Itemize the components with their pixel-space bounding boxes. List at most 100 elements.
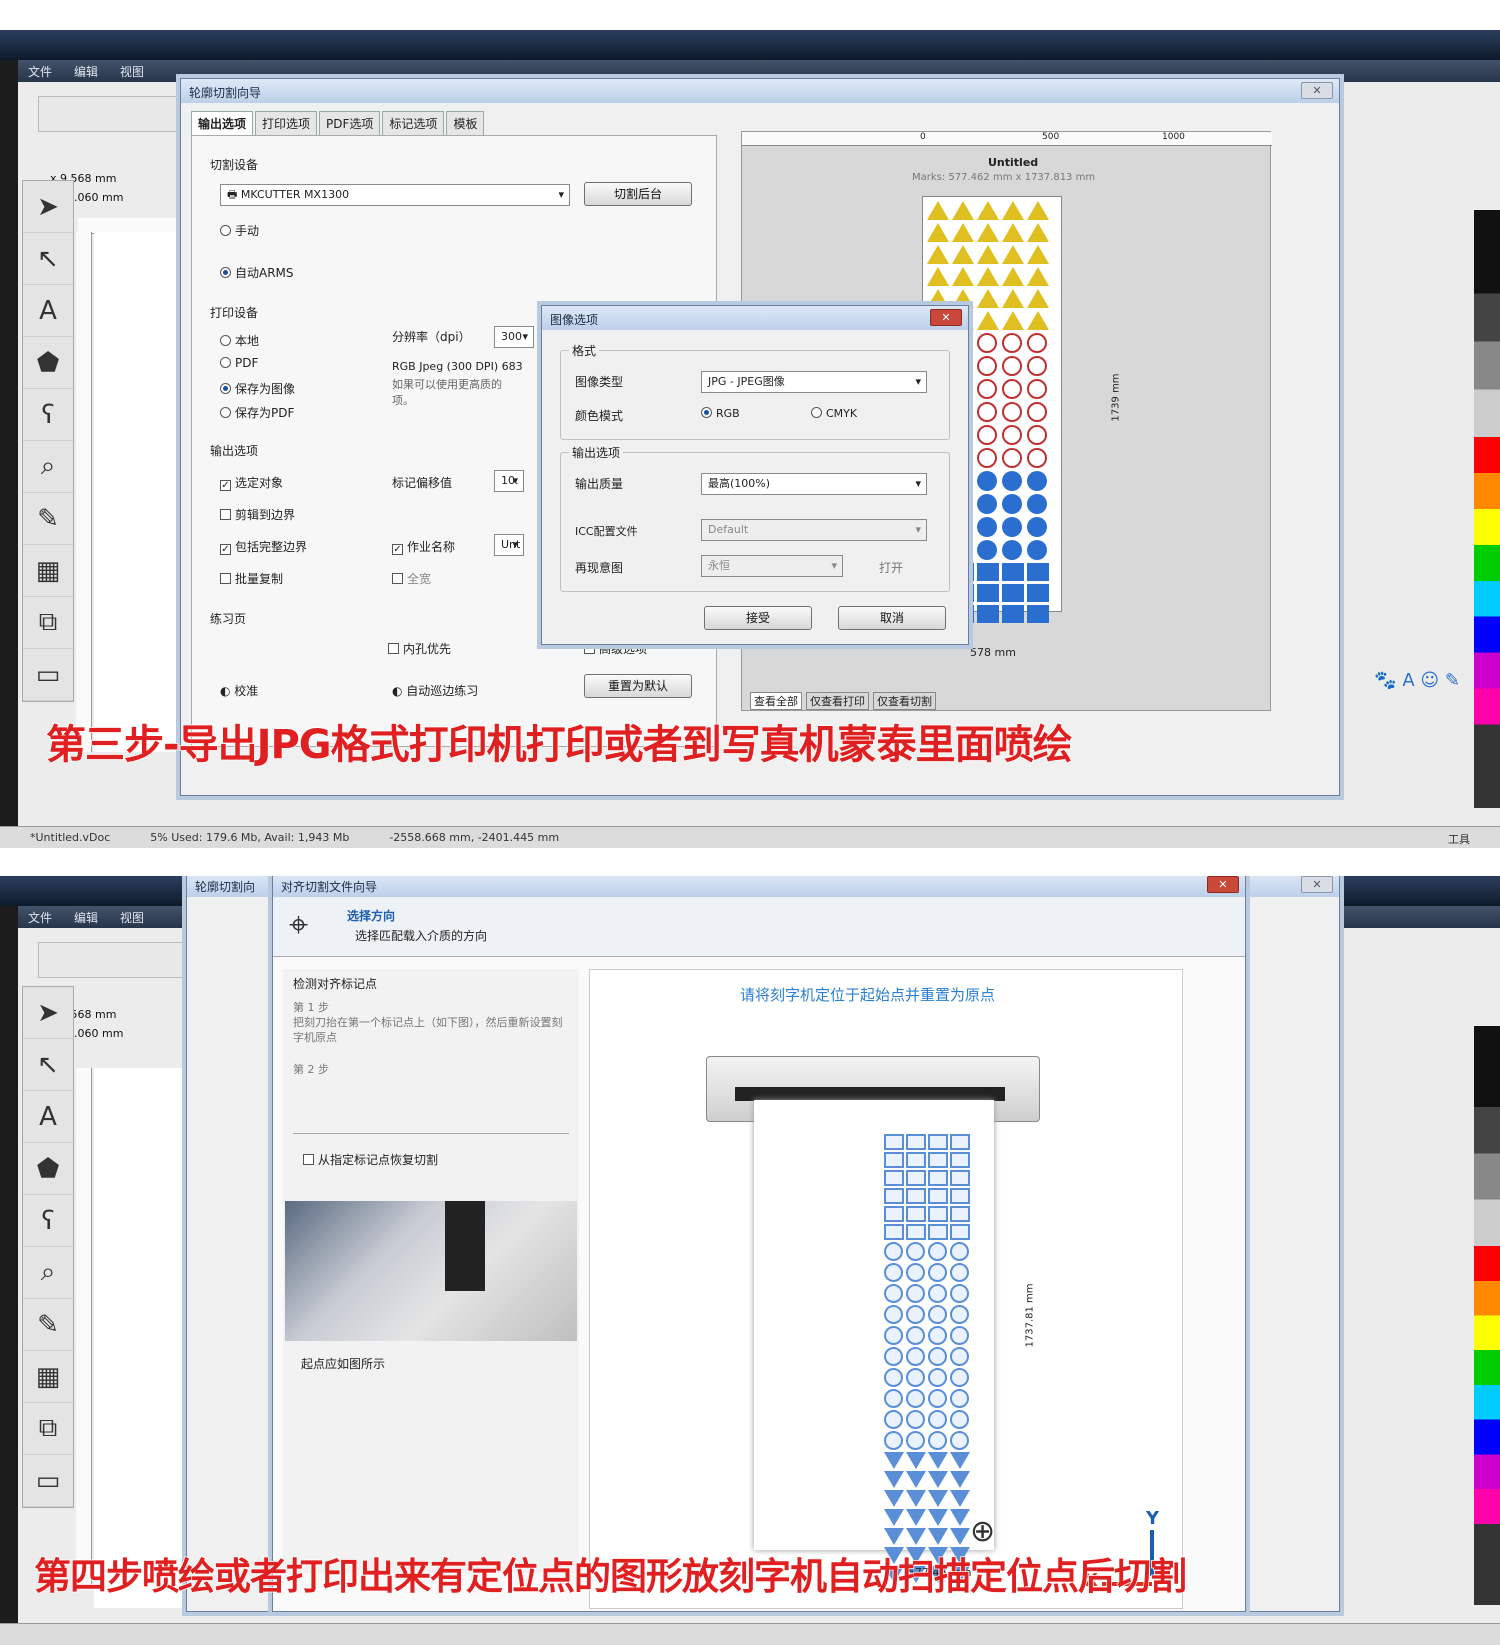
full-width-checkbox[interactable]: 全宽 xyxy=(392,570,431,587)
reset-default-button[interactable]: 重置为默认 xyxy=(584,674,692,698)
cut-backend-button[interactable]: 切割后台 xyxy=(584,182,692,206)
cut-outline-mark xyxy=(928,1410,947,1429)
inner-first-checkbox[interactable]: 内孔优先 xyxy=(388,640,451,657)
practice-label: 练习页 xyxy=(210,612,247,626)
rgb-radio[interactable]: RGB xyxy=(701,407,740,420)
align-dialog-close-icon[interactable]: ✕ xyxy=(1207,876,1239,893)
align-dialog-title: 对齐切割文件向导 xyxy=(281,880,378,894)
pen-tool-icon[interactable]: ✎ xyxy=(23,493,73,545)
calibrate-button[interactable]: ◐ 校准 xyxy=(220,682,258,699)
pdf-radio[interactable]: PDF xyxy=(220,356,258,370)
resume-from-mark-checkbox[interactable]: 从指定标记点恢复切割 xyxy=(303,1151,438,1168)
image-dialog-close-icon[interactable]: ✕ xyxy=(930,309,962,326)
shape-combine-icon[interactable]: ⧉ xyxy=(23,1403,73,1455)
local-radio[interactable]: 本地 xyxy=(220,332,259,349)
menu-view[interactable]: 视图 xyxy=(120,63,144,79)
shape-tool-icon[interactable]: ⬟ xyxy=(23,1143,73,1195)
tab-mark-options[interactable]: 标记选项 xyxy=(382,111,445,135)
tab-pdf-options[interactable]: PDF选项 xyxy=(319,111,381,135)
open-button[interactable]: 打开 xyxy=(879,559,903,576)
tab-template[interactable]: 模板 xyxy=(446,111,485,135)
cut-device-select[interactable]: 🖶 MKCUTTER MX1300 xyxy=(220,184,570,206)
quality-select[interactable]: 最高(100%) xyxy=(701,473,927,495)
clip-border-checkbox[interactable]: 剪辑到边界 xyxy=(220,506,295,523)
save-image-radio[interactable]: 保存为图像 xyxy=(220,380,295,397)
cut-outline-mark xyxy=(884,1263,903,1282)
status-bar: *Untitled.vDoc 5% Used: 179.6 Mb, Avail:… xyxy=(0,826,1500,848)
view-cut-tab[interactable]: 仅查看切割 xyxy=(873,692,936,710)
weld-tool-icon[interactable]: ▭ xyxy=(23,1455,73,1507)
contour-cut-wizard-dialog: 轮廓切割向导 ✕ 输出选项 打印选项 PDF选项 标记选项 模板 切割设备 🖶 M… xyxy=(180,78,1340,796)
sticker-mark xyxy=(1027,540,1047,560)
batch-copy-checkbox[interactable]: 批量复制 xyxy=(220,570,283,587)
shape-combine-icon[interactable]: ⧉ xyxy=(23,597,73,649)
toolbox: ➤ ↖ A ⬟ ʕ ⌕ ✎ ▦ ⧉ ▭ xyxy=(22,986,74,1508)
close-icon[interactable]: ✕ xyxy=(1301,82,1333,99)
accept-button[interactable]: 接受 xyxy=(704,606,812,630)
fill-tool-icon[interactable]: ▦ xyxy=(23,1351,73,1403)
preview-height-label: 1739 mm xyxy=(1110,373,1122,422)
sticker-mark xyxy=(927,245,949,264)
dpi-input[interactable]: 300 xyxy=(494,326,534,348)
pen-tool-icon[interactable]: ✎ xyxy=(23,1299,73,1351)
fill-tool-icon[interactable]: ▦ xyxy=(23,545,73,597)
shape-tool-icon[interactable]: ⬟ xyxy=(23,337,73,389)
cut-outline-mark xyxy=(884,1471,904,1488)
vertical-ruler xyxy=(76,232,92,752)
tab-print-options[interactable]: 打印选项 xyxy=(255,111,318,135)
node-tool-icon[interactable]: ↖ xyxy=(23,233,73,285)
render-intent-label: 再现意图 xyxy=(575,561,624,575)
auto-arms-radio[interactable]: 自动ARMS xyxy=(220,264,294,281)
selected-objects-checkbox[interactable]: ✓ 选定对象 xyxy=(220,474,283,491)
cut-outline-mark xyxy=(884,1170,904,1186)
render-intent-select[interactable]: 永恒 xyxy=(701,555,843,577)
color-palette[interactable] xyxy=(1474,210,1500,808)
status-position: -2558.668 mm, -2401.445 mm xyxy=(389,831,560,844)
save-pdf-radio[interactable]: 保存为PDF xyxy=(220,404,294,421)
zoom-tool-icon[interactable]: ⌕ xyxy=(23,1247,73,1299)
image-type-select[interactable]: JPG - JPEG图像 xyxy=(701,371,927,393)
view-print-tab[interactable]: 仅查看打印 xyxy=(806,692,869,710)
color-palette[interactable] xyxy=(1474,1026,1500,1605)
tab-output-options[interactable]: 输出选项 xyxy=(191,111,254,135)
file-toolbar xyxy=(38,96,198,132)
image-type-label: 图像类型 xyxy=(575,375,624,389)
view-all-tab[interactable]: 查看全部 xyxy=(750,692,802,710)
cut-outline-mark xyxy=(928,1284,947,1303)
cut-outline-mark xyxy=(884,1509,904,1526)
sticker-mark xyxy=(1027,584,1049,602)
pointer-tool-icon[interactable]: ➤ xyxy=(23,181,73,233)
icc-select[interactable]: Default xyxy=(701,519,927,541)
manual-radio[interactable]: 手动 xyxy=(220,222,259,239)
plotter-roller xyxy=(735,1087,1005,1101)
status-tool[interactable]: 工具 xyxy=(1448,831,1470,846)
ime-bar[interactable]: 🐾 A ☺ ✎ xyxy=(1374,670,1460,691)
sticker-mark xyxy=(1027,223,1049,242)
job-name-checkbox[interactable]: ✓ 作业名称 xyxy=(392,538,455,555)
text-tool-icon[interactable]: A xyxy=(23,285,73,337)
toolbox: ➤ ↖ A ⬟ ʕ ⌕ ✎ ▦ ⧉ ▭ xyxy=(22,180,74,702)
preview-title: Untitled xyxy=(988,156,1039,169)
sticker-mark xyxy=(1002,584,1024,602)
menu-file[interactable]: 文件 xyxy=(28,909,52,925)
menu-view[interactable]: 视图 xyxy=(120,909,144,925)
full-border-checkbox[interactable]: ✓ 包括完整边界 xyxy=(220,538,307,555)
cmyk-radio[interactable]: CMYK xyxy=(811,407,857,420)
menu-edit[interactable]: 编辑 xyxy=(74,63,98,79)
node-tool-icon[interactable]: ↖ xyxy=(23,1039,73,1091)
auto-edge-button[interactable]: ◐ 自动巡边练习 xyxy=(392,682,478,699)
output-group-label: 输出选项 xyxy=(569,444,624,461)
zoom-tool-icon[interactable]: ⌕ xyxy=(23,441,73,493)
text-tool-icon[interactable]: A xyxy=(23,1091,73,1143)
job-name-input[interactable]: Unt xyxy=(494,534,524,556)
background-close-icon[interactable]: ✕ xyxy=(1301,876,1333,893)
mark-offset-input[interactable]: 10. xyxy=(494,470,524,492)
menu-file[interactable]: 文件 xyxy=(28,63,52,79)
bear-tool-icon[interactable]: ʕ xyxy=(23,1195,73,1247)
menu-edit[interactable]: 编辑 xyxy=(74,909,98,925)
pointer-tool-icon[interactable]: ➤ xyxy=(23,987,73,1039)
cancel-button[interactable]: 取消 xyxy=(838,606,946,630)
weld-tool-icon[interactable]: ▭ xyxy=(23,649,73,701)
cut-outline-mark xyxy=(906,1305,925,1324)
bear-tool-icon[interactable]: ʕ xyxy=(23,389,73,441)
